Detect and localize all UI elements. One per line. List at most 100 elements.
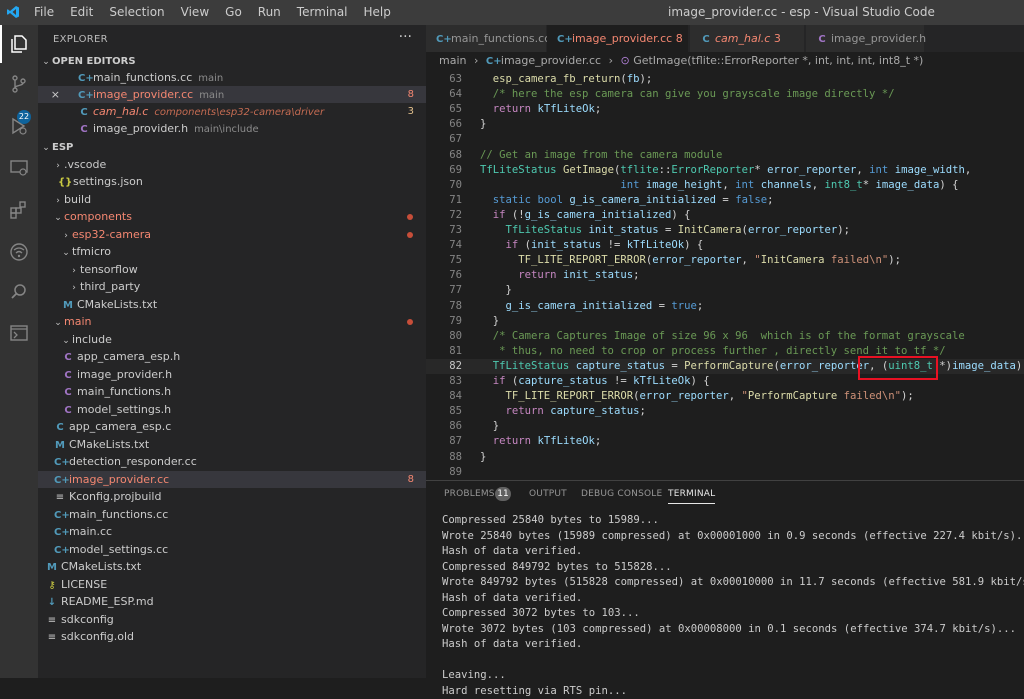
tree-file[interactable]: Cimage_provider.h: [38, 366, 426, 383]
wifi-icon[interactable]: [9, 242, 29, 262]
more-actions-icon[interactable]: ···: [399, 29, 412, 45]
tree-file[interactable]: MCMakeLists.txt: [38, 296, 426, 313]
tab-image-provider-h[interactable]: Cimage_provider.h: [806, 25, 925, 52]
vscode-logo-icon: [6, 5, 20, 19]
code-line[interactable]: 67: [426, 132, 1024, 147]
code-line[interactable]: 72 if (!g_is_camera_initialized) {: [426, 208, 1024, 223]
tab-output[interactable]: OUTPUT: [529, 489, 567, 499]
tree-folder[interactable]: ›tensorflow: [38, 261, 426, 278]
workspace-header[interactable]: ⌄ESP: [38, 138, 426, 155]
tree-folder[interactable]: ›.vscode: [38, 156, 426, 173]
code-line[interactable]: 80 /* Camera Captures Image of size 96 x…: [426, 329, 1024, 344]
code-line[interactable]: 68// Get an image from the camera module: [426, 148, 1024, 163]
tree-file[interactable]: ⚷LICENSE: [38, 576, 426, 593]
tree-file[interactable]: Cmain_functions.h: [38, 383, 426, 400]
tree-file[interactable]: Capp_camera_esp.c: [38, 418, 426, 435]
code-line[interactable]: 76 return init_status;: [426, 268, 1024, 283]
code-line[interactable]: 89: [426, 465, 1024, 480]
tab-main-functions[interactable]: C+main_functions.cc: [426, 25, 547, 52]
code-line[interactable]: 84 TF_LITE_REPORT_ERROR(error_reporter, …: [426, 389, 1024, 404]
bottom-panel: PROBLEMS 11 OUTPUT DEBUG CONSOLE TERMINA…: [426, 480, 1024, 679]
run-debug-icon[interactable]: [9, 116, 29, 136]
tree-file[interactable]: MCMakeLists.txt: [38, 436, 426, 453]
source-control-icon[interactable]: [9, 74, 29, 94]
code-line[interactable]: 88}: [426, 450, 1024, 465]
open-editor-item[interactable]: Ccam_hal.ccomponents\esp32-camera\driver…: [38, 103, 426, 120]
code-line[interactable]: 66}: [426, 117, 1024, 132]
tree-file[interactable]: Cmodel_settings.h: [38, 401, 426, 418]
menu-help[interactable]: Help: [364, 5, 391, 19]
tree-file[interactable]: C+model_settings.cc: [38, 541, 426, 558]
code-line[interactable]: 63 esp_camera_fb_return(fb);: [426, 72, 1024, 87]
code-text: if (init_status != kTfLiteOk) {: [480, 238, 703, 253]
tree-folder[interactable]: ›esp32-camera: [38, 226, 426, 243]
close-icon[interactable]: ×: [38, 86, 60, 103]
code-editor[interactable]: 63 esp_camera_fb_return(fb);64 /* here t…: [426, 70, 1024, 480]
chevron-down-icon: ⌄: [52, 315, 64, 332]
breadcrumb-folder[interactable]: main: [439, 54, 466, 67]
explorer-icon[interactable]: [9, 34, 29, 54]
tab-image-provider-cc[interactable]: C+image_provider.cc 8 ×: [547, 25, 689, 52]
line-number: 89: [426, 465, 462, 480]
tree-file[interactable]: ≡sdkconfig.old: [38, 628, 426, 645]
code-line[interactable]: 85 return capture_status;: [426, 404, 1024, 419]
tree-folder[interactable]: ⌄main: [38, 313, 426, 330]
tree-folder[interactable]: ⌄components: [38, 208, 426, 225]
code-text: TfLiteStatus capture_status = PerformCap…: [480, 359, 1024, 374]
open-editor-item[interactable]: Cimage_provider.hmain\include: [38, 120, 426, 137]
code-line[interactable]: 64 /* here the esp camera can give you g…: [426, 87, 1024, 102]
code-line[interactable]: 70 int image_height, int channels, int8_…: [426, 178, 1024, 193]
menu-run[interactable]: Run: [258, 5, 281, 19]
tab-problems[interactable]: PROBLEMS: [444, 489, 495, 499]
code-line[interactable]: 78 g_is_camera_initialized = true;: [426, 299, 1024, 314]
menu-selection[interactable]: Selection: [109, 5, 164, 19]
tree-folder[interactable]: ›build: [38, 191, 426, 208]
code-line[interactable]: 69TfLiteStatus GetImage(tflite::ErrorRep…: [426, 163, 1024, 178]
tree-file[interactable]: ≡Kconfig.projbuild: [38, 488, 426, 505]
code-line[interactable]: 71 static bool g_is_camera_initialized =…: [426, 193, 1024, 208]
tree-file[interactable]: MCMakeLists.txt: [38, 558, 426, 575]
tree-file[interactable]: C+main_functions.cc: [38, 506, 426, 523]
code-line[interactable]: 75 TF_LITE_REPORT_ERROR(error_reporter, …: [426, 253, 1024, 268]
tree-file[interactable]: C+image_provider.cc8: [38, 471, 426, 488]
open-editors-header[interactable]: ⌄OPEN EDITORS: [38, 52, 426, 69]
tree-folder[interactable]: ⌄tfmicro: [38, 243, 426, 260]
code-line[interactable]: 74 if (init_status != kTfLiteOk) {: [426, 238, 1024, 253]
extensions-icon[interactable]: [9, 200, 29, 220]
tree-folder[interactable]: ›third_party: [38, 278, 426, 295]
menu-go[interactable]: Go: [225, 5, 242, 19]
tree-folder[interactable]: ⌄include: [38, 331, 426, 348]
code-line[interactable]: 87 return kTfLiteOk;: [426, 434, 1024, 449]
code-line[interactable]: 77 }: [426, 283, 1024, 298]
terminal-icon[interactable]: [9, 323, 29, 343]
menu-view[interactable]: View: [181, 5, 209, 19]
cpp-file-icon: C+: [436, 26, 448, 53]
menu-file[interactable]: File: [34, 5, 54, 19]
code-line[interactable]: 73 TfLiteStatus init_status = InitCamera…: [426, 223, 1024, 238]
breadcrumb-symbol[interactable]: GetImage(tflite::ErrorReporter *, int, i…: [633, 54, 923, 67]
line-number: 70: [426, 178, 462, 193]
tree-file[interactable]: ≡sdkconfig: [38, 611, 426, 628]
tree-file[interactable]: C+main.cc: [38, 523, 426, 540]
open-editor-item[interactable]: C+main_functions.ccmain: [38, 69, 426, 86]
search-icon[interactable]: [9, 282, 29, 302]
tree-file[interactable]: ↓README_ESP.md: [38, 593, 426, 610]
open-editor-item[interactable]: ×C+image_provider.ccmain8: [38, 86, 426, 103]
menu-terminal[interactable]: Terminal: [297, 5, 348, 19]
tree-file[interactable]: C+detection_responder.cc: [38, 453, 426, 470]
cmake-file-icon: M: [46, 559, 58, 576]
terminal-output[interactable]: Compressed 25840 bytes to 15989...Wrote …: [442, 513, 1024, 699]
json-file-icon: {}: [58, 174, 70, 191]
code-line[interactable]: 79 }: [426, 314, 1024, 329]
code-line[interactable]: 65 return kTfLiteOk;: [426, 102, 1024, 117]
tab-terminal[interactable]: TERMINAL: [668, 489, 715, 504]
code-line[interactable]: 86 }: [426, 419, 1024, 434]
breadcrumb-file[interactable]: image_provider.cc: [501, 54, 601, 67]
tree-file[interactable]: Capp_camera_esp.h: [38, 348, 426, 365]
tree-file[interactable]: {}settings.json: [38, 173, 426, 190]
tab-debug-console[interactable]: DEBUG CONSOLE: [581, 489, 662, 499]
tab-cam-hal[interactable]: Ccam_hal.c 3: [690, 25, 805, 52]
remote-explorer-icon[interactable]: [9, 158, 29, 178]
header-file-icon: C: [62, 367, 74, 384]
menu-edit[interactable]: Edit: [70, 5, 93, 19]
